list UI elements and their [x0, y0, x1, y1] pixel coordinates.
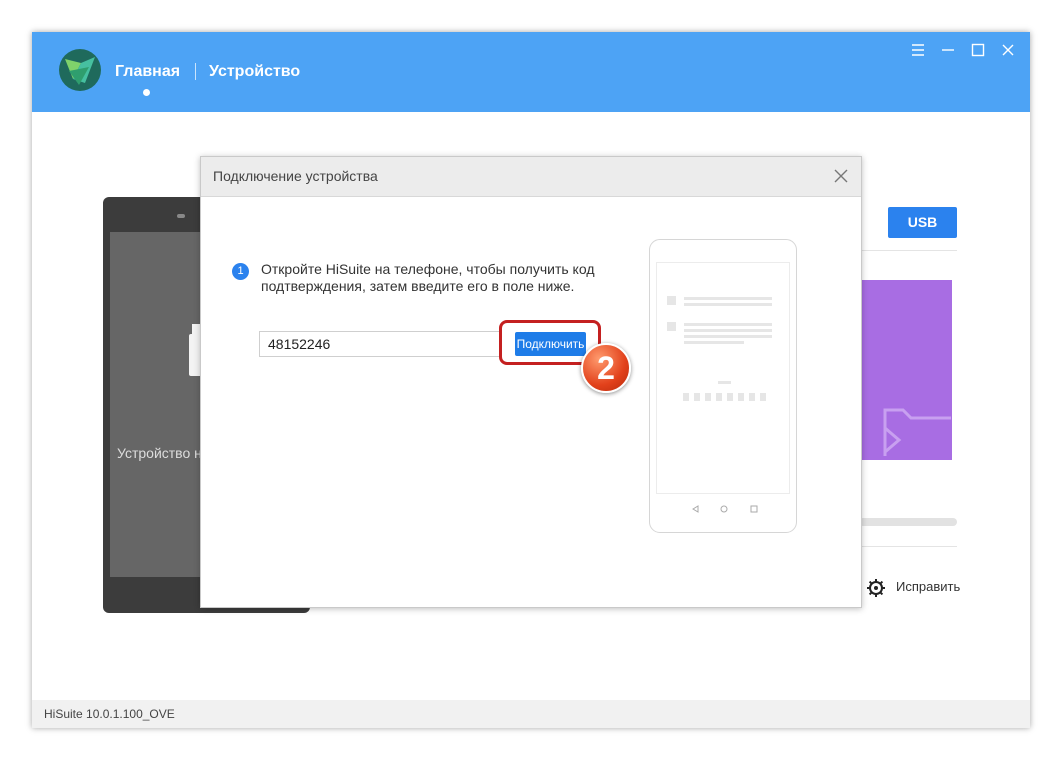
nav-tab-home[interactable]: Главная: [115, 63, 180, 81]
menu-icon[interactable]: [910, 42, 926, 58]
folder-icon: [883, 408, 951, 456]
divider: [859, 546, 957, 547]
fix-label: Исправить: [896, 579, 961, 594]
phone-mockup-illustration: [649, 239, 797, 533]
instruction-text: Откройте HiSuite на телефоне, чтобы полу…: [261, 261, 595, 294]
nav-tab-device[interactable]: Устройство: [209, 63, 300, 81]
connect-button[interactable]: Подключить: [515, 332, 586, 356]
phone-mockup-screen: [656, 262, 790, 513]
dialog-title: Подключение устройства: [213, 168, 378, 184]
verification-code-input[interactable]: [259, 331, 501, 357]
step-annotation-badge: 2: [581, 343, 631, 393]
progress-bar: [859, 518, 957, 526]
usb-button[interactable]: USB: [888, 207, 957, 238]
dialog-header: Подключение устройства: [201, 157, 861, 197]
nav-separator: [195, 63, 196, 80]
close-icon[interactable]: [833, 168, 849, 184]
device-connection-dialog: Подключение устройства 1 Откройте HiSuit…: [200, 156, 862, 608]
step-number-badge: 1: [232, 263, 249, 280]
fix-button[interactable]: Исправить: [866, 578, 960, 601]
minimize-icon[interactable]: [940, 42, 956, 58]
maximize-icon[interactable]: [970, 42, 986, 58]
gear-icon: [867, 579, 885, 597]
phone-nav-bar: [692, 505, 758, 513]
title-bar: Главная Устройство: [32, 32, 1030, 112]
purple-feature-card[interactable]: [859, 280, 952, 460]
version-text: HiSuite 10.0.1.100_OVE: [44, 707, 175, 721]
status-bar: HiSuite 10.0.1.100_OVE: [32, 700, 1030, 728]
hisuite-logo-icon: [59, 49, 101, 91]
phone-speaker: [177, 214, 185, 218]
divider: [859, 250, 957, 251]
active-tab-indicator: [143, 89, 150, 96]
device-status-text: Устройство н: [117, 445, 202, 461]
close-icon[interactable]: [1000, 42, 1016, 58]
